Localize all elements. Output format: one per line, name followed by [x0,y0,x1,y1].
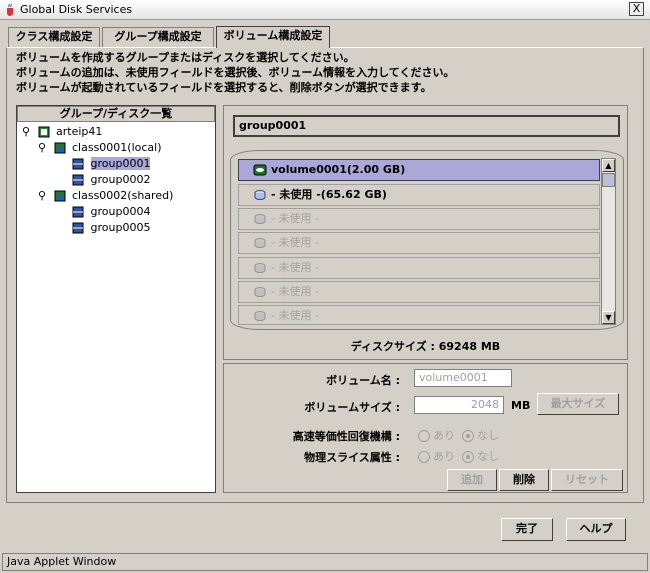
fast-recovery-label: 高速等価性回復機構 : [292,430,400,443]
class-icon [54,190,65,202]
disk-size: ディスクサイズ : 69248 MB [350,340,501,353]
tree-node-group0001[interactable]: group0001 [72,156,151,172]
delete-button[interactable]: 削除 [499,469,549,491]
disk-icon [254,311,266,321]
volume-row-unused[interactable]: - 未使用 - [238,305,600,325]
tree-node-group0004[interactable]: group0004 [72,204,150,220]
radio-label: あり [433,450,455,463]
tree-node-label: arteip41 [56,125,103,138]
volume-size-label: ボリュームサイズ : [304,401,400,414]
volume-row-unused[interactable]: - 未使用 - [238,232,600,254]
tree-node-label: class0001(local) [72,141,162,154]
fast-recovery-on-radio[interactable]: あり [418,427,455,443]
radio-icon [462,451,474,463]
add-button[interactable]: 追加 [447,469,497,491]
radio-icon [418,430,430,442]
volume-icon [253,164,267,176]
group-icon [72,206,84,218]
volume-scrollbar[interactable]: ▲ ▼ [601,158,616,325]
radio-icon [418,451,430,463]
tree-node-class0002[interactable]: ⚲ class0002(shared) [38,188,173,204]
fast-recovery-off-radio[interactable]: なし [462,427,499,443]
group-label: group0001 [233,115,620,137]
volume-label: - 未使用 - [271,212,319,225]
max-size-button[interactable]: 最大サイズ [537,393,619,415]
ok-button[interactable]: 完了 [501,518,553,541]
expand-handle-icon[interactable]: ⚲ [38,140,50,156]
tree-node-label: class0002(shared) [72,189,174,202]
volume-row-unused[interactable]: - 未使用 - [238,257,600,279]
tab-volume-config[interactable]: ボリューム構成設定 [216,26,330,48]
instruction-line-1: ボリュームを作成するグループまたはディスクを選択してください。 [16,51,355,64]
volume-size-field[interactable]: 2048 [414,396,504,414]
tree-node-label: group0002 [90,173,151,186]
disk-icon [254,238,266,248]
expand-handle-icon[interactable]: ⚲ [22,124,34,140]
disk-icon [254,214,266,224]
scroll-thumb[interactable] [602,173,615,187]
help-button[interactable]: ヘルプ [566,518,626,541]
scroll-down-icon[interactable]: ▼ [602,311,615,324]
scroll-up-icon[interactable]: ▲ [602,159,615,172]
radio-icon [462,430,474,442]
volume-label: volume0001(2.00 GB) [271,163,406,176]
host-icon [38,126,49,138]
tree-node-class0001[interactable]: ⚲ class0001(local) [38,140,162,156]
group-icon [72,222,84,234]
physical-slice-label: 物理スライス属性 : [304,451,400,464]
size-unit: MB [511,399,531,412]
tab-group-config[interactable]: グループ構成設定 [102,27,214,47]
volume-row-selected[interactable]: volume0001(2.00 GB) [238,159,600,181]
group-icon [72,174,84,186]
window-title: Global Disk Services [20,3,133,16]
radio-label: あり [433,429,455,442]
volume-row-unused[interactable]: - 未使用 - [238,208,600,230]
instruction-line-2: ボリュームの追加は、未使用フィールドを選択後、ボリューム情報を入力してください。 [16,66,455,79]
title-bar: Global Disk Services X [0,0,650,20]
tree-node-host[interactable]: ⚲ arteip41 [22,124,102,140]
radio-label: なし [477,429,499,442]
tree-node-group0002[interactable]: group0002 [72,172,150,188]
tab-class-config[interactable]: クラス構成設定 [8,27,100,47]
reset-button[interactable]: リセット [551,469,623,491]
volume-label: - 未使用 - [271,261,319,274]
status-bar: Java Applet Window [2,553,648,571]
group-icon [72,158,84,170]
expand-handle-icon[interactable]: ⚲ [38,188,50,204]
tree-header: グループ/ディスク一覧 [17,106,215,122]
volume-name-field[interactable]: volume0001 [414,369,512,387]
disk-icon [254,287,266,297]
volume-row-unused-free[interactable]: - 未使用 -(65.62 GB) [238,184,600,206]
tree-node-label: group0001 [90,157,151,170]
volume-label: - 未使用 -(65.62 GB) [271,188,387,201]
physical-slice-on-radio[interactable]: あり [418,448,455,464]
tree-node-label: group0004 [90,205,151,218]
volume-label: - 未使用 - [271,285,319,298]
close-button[interactable]: X [629,2,644,16]
tree-node-label: group0005 [90,221,151,234]
volume-name-label: ボリューム名 : [326,374,400,387]
volume-label: - 未使用 - [271,236,319,249]
volume-label: - 未使用 - [271,309,319,322]
radio-label: なし [477,450,499,463]
physical-slice-off-radio[interactable]: なし [462,448,499,464]
instruction-line-3: ボリュームが起動されているフィールドを選択すると、削除ボタンが選択できます。 [16,81,432,94]
tree-node-group0005[interactable]: group0005 [72,220,150,236]
disk-icon [254,190,266,200]
disk-icon [254,263,266,273]
class-icon [54,142,65,154]
java-cup-icon [7,3,13,16]
volume-row-unused[interactable]: - 未使用 - [238,281,600,303]
